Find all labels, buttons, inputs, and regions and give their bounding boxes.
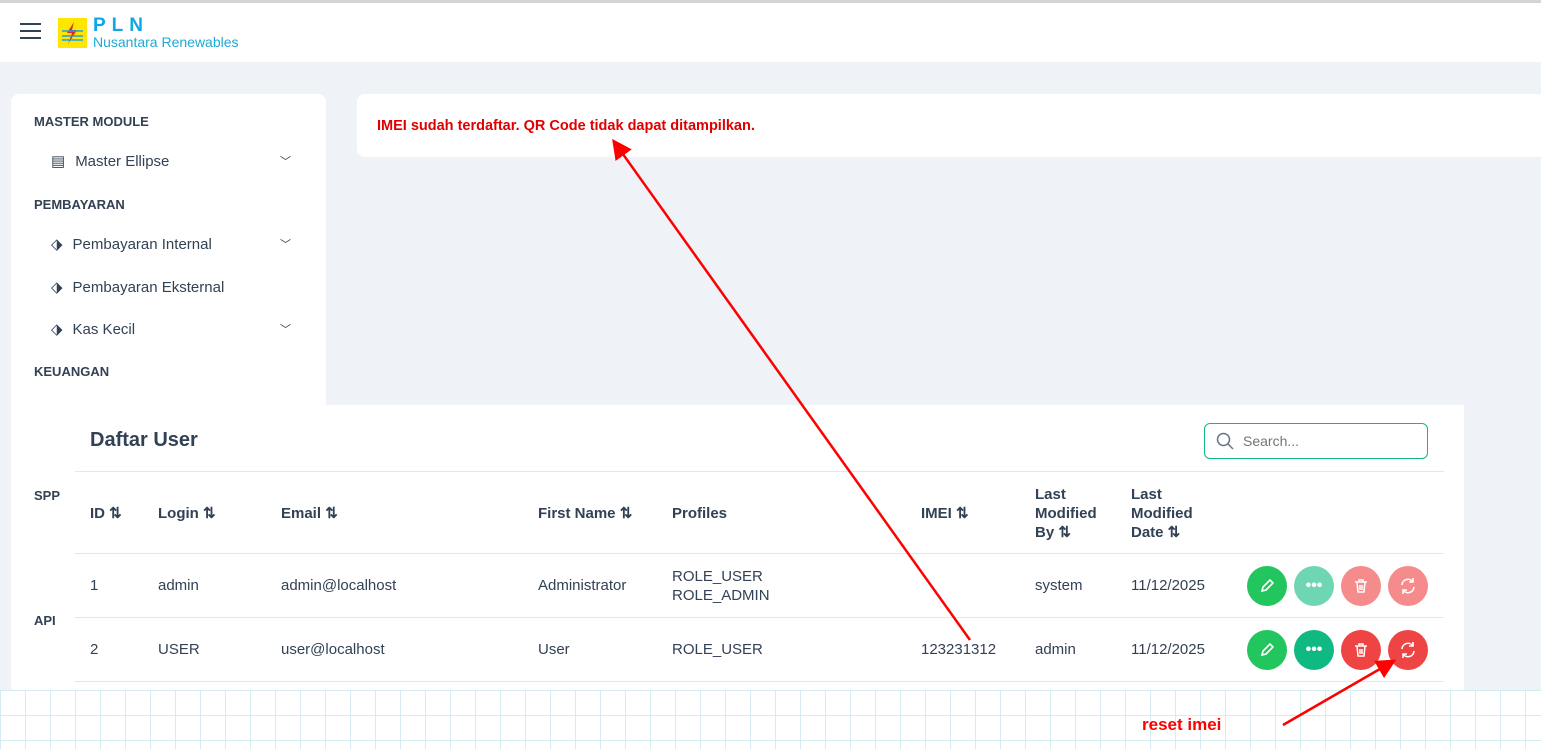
column-header-last-modified-date[interactable]: Last Modified Date ⇅ <box>1131 485 1206 542</box>
menu-toggle-icon[interactable] <box>20 23 41 39</box>
section-spp: SPP <box>34 488 61 503</box>
edit-button[interactable] <box>1247 566 1287 606</box>
sidebar-item-pembayaran-eksternal[interactable]: ⬗ Pembayaran Eksternal <box>51 278 291 297</box>
column-header-login[interactable]: Login ⇅ <box>158 504 216 523</box>
divider <box>75 681 1444 682</box>
sidebar-item-label: Pembayaran Internal <box>72 235 212 253</box>
refresh-icon <box>1401 642 1415 658</box>
more-button[interactable]: ••• <box>1294 566 1334 606</box>
more-button[interactable]: ••• <box>1294 630 1334 670</box>
divider <box>75 553 1444 554</box>
sidebar-item-kas-kecil[interactable]: ⬗ Kas Kecil ﹀ <box>51 320 291 339</box>
annotation-label: reset imei <box>1142 715 1222 734</box>
search-icon <box>1216 432 1234 450</box>
cell-email: admin@localhost <box>281 577 397 594</box>
column-header-id[interactable]: ID ⇅ <box>90 504 122 523</box>
cell-profile: ROLE_USER <box>672 568 763 585</box>
section-pembayaran: PEMBAYARAN <box>34 197 125 212</box>
document-icon: ▤ <box>51 153 66 170</box>
chevron-down-icon: ﹀ <box>280 156 291 168</box>
grid-background <box>0 690 1541 749</box>
delete-button[interactable] <box>1341 566 1381 606</box>
top-header: PLN Nusantara Renewables <box>0 0 1541 62</box>
sidebar-item-label: Master Ellipse <box>75 152 170 170</box>
cell-email: user@localhost <box>281 641 385 658</box>
cell-id: 2 <box>90 641 99 658</box>
user-list-panel: Daftar User ID ⇅ Login ⇅ Email ⇅ First N… <box>73 405 1464 690</box>
column-header-first-name[interactable]: First Name ⇅ <box>538 504 632 523</box>
trash-icon <box>1355 643 1367 657</box>
search-input[interactable] <box>1243 433 1413 449</box>
page-title: Daftar User <box>90 429 198 451</box>
sidebar-item-label: Kas Kecil <box>72 320 136 338</box>
cell-imei: 123231312 <box>921 641 997 658</box>
column-header-profiles: Profiles <box>672 505 728 522</box>
cell-modified-date: 11/12/2025 <box>1131 577 1205 594</box>
column-header-email[interactable]: Email ⇅ <box>281 504 338 523</box>
cell-login: USER <box>158 641 200 658</box>
tag-icon: ⬗ <box>51 279 63 296</box>
search-box[interactable] <box>1204 423 1428 459</box>
tag-icon: ⬗ <box>51 321 63 338</box>
tag-icon: ⬗ <box>51 236 63 253</box>
refresh-icon <box>1401 578 1415 594</box>
chevron-down-icon: ﹀ <box>280 239 291 251</box>
divider <box>75 617 1444 618</box>
section-master-module: MASTER MODULE <box>34 114 149 129</box>
pln-logo-icon <box>58 18 87 48</box>
cell-modified-by: system <box>1035 577 1083 594</box>
cell-id: 1 <box>90 577 99 594</box>
chevron-down-icon: ﹀ <box>280 324 291 336</box>
cell-profile: ROLE_ADMIN <box>672 587 770 604</box>
cell-first-name: Administrator <box>538 577 627 594</box>
sidebar-item-label: Pembayaran Eksternal <box>72 278 225 296</box>
cell-first-name: User <box>538 641 570 658</box>
delete-button[interactable] <box>1341 630 1381 670</box>
more-icon: ••• <box>1305 577 1323 594</box>
trash-icon <box>1355 579 1367 593</box>
cell-profile: ROLE_USER <box>672 641 763 658</box>
edit-button[interactable] <box>1247 630 1287 670</box>
cell-modified-date: 11/12/2025 <box>1131 641 1205 658</box>
alert-message: IMEI sudah terdaftar. QR Code tidak dapa… <box>377 118 755 134</box>
column-header-last-modified-by[interactable]: Last Modified By ⇅ <box>1035 485 1110 542</box>
sidebar-item-master-ellipse[interactable]: ▤ Master Ellipse ﹀ <box>51 152 291 171</box>
pencil-icon <box>1260 578 1275 593</box>
more-icon: ••• <box>1305 641 1323 658</box>
pencil-icon <box>1260 642 1275 657</box>
reset-imei-button[interactable] <box>1388 630 1428 670</box>
section-api: API <box>34 613 56 628</box>
section-keuangan: KEUANGAN <box>34 364 110 379</box>
cell-login: admin <box>158 577 199 594</box>
divider <box>75 471 1444 472</box>
reset-imei-button[interactable] <box>1388 566 1428 606</box>
logo-subtitle: Nusantara Renewables <box>93 34 239 50</box>
cell-modified-by: admin <box>1035 641 1076 658</box>
column-header-imei[interactable]: IMEI ⇅ <box>921 504 969 523</box>
alert-card: IMEI sudah terdaftar. QR Code tidak dapa… <box>357 94 1541 157</box>
sidebar-item-pembayaran-internal[interactable]: ⬗ Pembayaran Internal ﹀ <box>51 235 291 254</box>
